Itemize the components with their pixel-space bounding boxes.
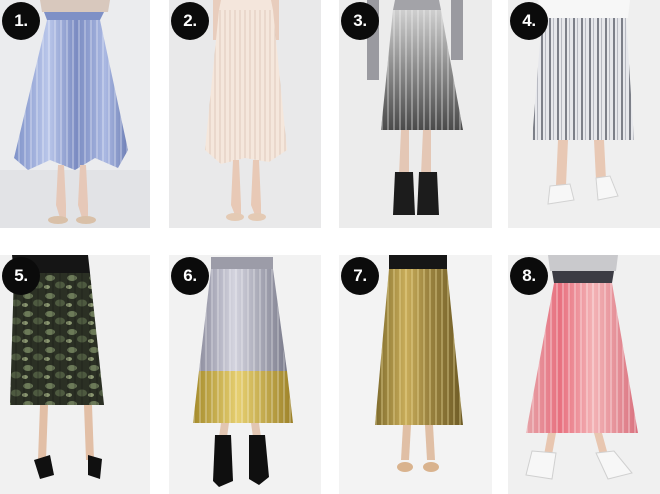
product-photo-4: 4. bbox=[508, 0, 660, 228]
item-number-badge: 4. bbox=[510, 2, 548, 40]
item-number-badge: 5. bbox=[2, 257, 40, 295]
product-photo-3: 3. bbox=[339, 0, 492, 228]
skirt-collage: 1. 2. 3. 4. 5. 6. 7. 8. bbox=[0, 0, 660, 494]
product-photo-6: 6. bbox=[169, 255, 321, 494]
product-photo-7: 7. bbox=[339, 255, 492, 494]
item-number-badge: 1. bbox=[2, 2, 40, 40]
product-photo-5: 5. bbox=[0, 255, 150, 494]
product-photo-1: 1. bbox=[0, 0, 150, 228]
item-number-badge: 6. bbox=[171, 257, 209, 295]
product-photo-8: 8. bbox=[508, 255, 660, 494]
item-number-badge: 2. bbox=[171, 2, 209, 40]
item-number-badge: 8. bbox=[510, 257, 548, 295]
item-number-badge: 3. bbox=[341, 2, 379, 40]
item-number-badge: 7. bbox=[341, 257, 379, 295]
product-photo-2: 2. bbox=[169, 0, 321, 228]
